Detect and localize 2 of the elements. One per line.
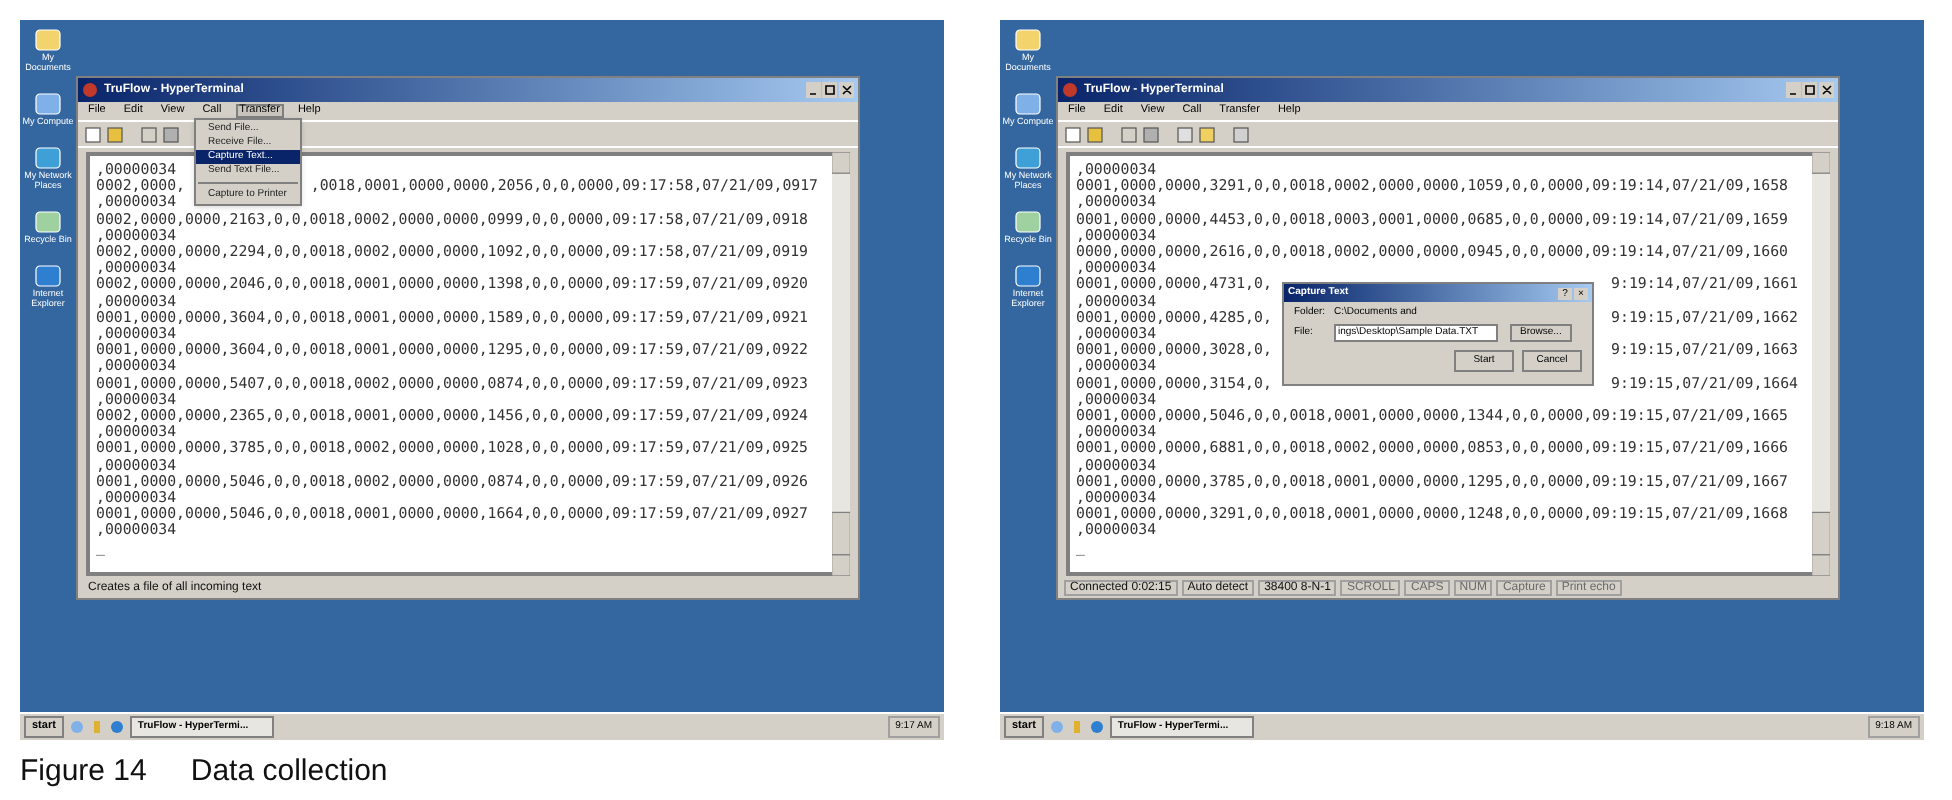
figure-caption: Data collection [190, 754, 388, 790]
figure-number: Figure 14 [20, 754, 147, 790]
